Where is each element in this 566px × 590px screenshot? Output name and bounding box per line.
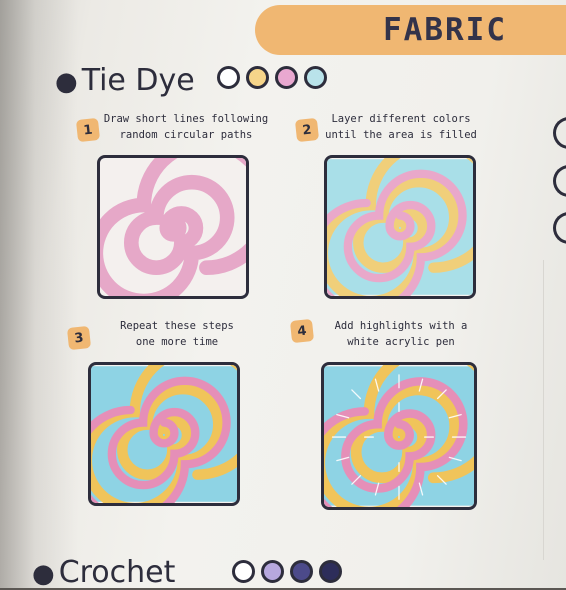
step-3-illustration xyxy=(88,362,240,506)
crochet-title: Crochet xyxy=(58,555,176,590)
step-1-text: Draw short lines following random circul… xyxy=(103,113,269,141)
difficulty-dot xyxy=(232,560,255,583)
difficulty-dot xyxy=(246,66,269,89)
difficulty-dot xyxy=(261,560,284,583)
tie-dye-title: Tie Dye xyxy=(81,63,195,98)
difficulty-dot xyxy=(290,560,313,583)
tie-dye-swirl-1 xyxy=(100,158,246,296)
step-number-badge: 1 xyxy=(75,117,101,143)
step-4-text: Add highlights with a white acrylic pen xyxy=(334,320,468,348)
bullet-icon: ● xyxy=(32,559,55,589)
bullet-icon: ● xyxy=(55,67,78,97)
difficulty-dot xyxy=(304,66,327,89)
difficulty-dot xyxy=(217,66,240,89)
page-title: FABRIC xyxy=(383,12,507,48)
partial-panel-edge xyxy=(543,260,566,560)
step-3-text: Repeat these steps one more time xyxy=(120,320,234,348)
tie-dye-swirl-4 xyxy=(324,365,474,507)
tie-dye-difficulty xyxy=(217,66,327,89)
step-2-text: Layer different colors until the area is… xyxy=(325,113,477,141)
tie-dye-swirl-3 xyxy=(91,365,237,503)
step-number-badge: 3 xyxy=(66,325,92,351)
step-4-illustration xyxy=(321,362,477,510)
step-2-illustration xyxy=(324,155,476,299)
crochet-heading: ● Crochet xyxy=(32,555,175,590)
crochet-difficulty xyxy=(232,560,342,583)
tie-dye-heading: ● Tie Dye xyxy=(55,63,195,98)
step-1-illustration xyxy=(97,155,249,299)
difficulty-dot xyxy=(275,66,298,89)
tie-dye-swirl-2 xyxy=(327,158,473,296)
step-number-badge: 4 xyxy=(289,318,315,344)
difficulty-dot xyxy=(319,560,342,583)
